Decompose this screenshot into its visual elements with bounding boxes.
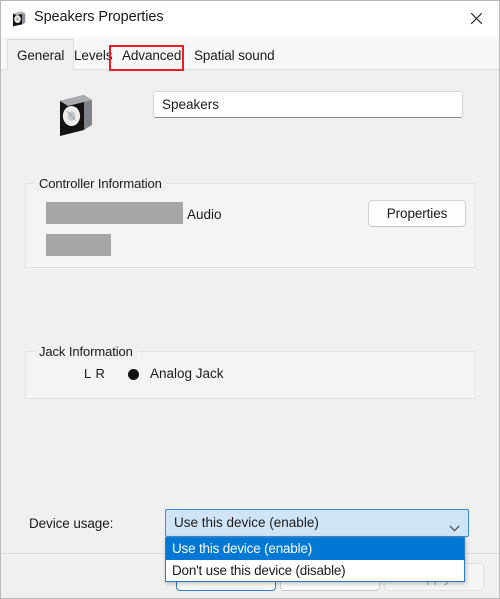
- speaker-icon: [10, 10, 28, 28]
- chevron-down-icon: [449, 519, 460, 532]
- general-tab-panel: Change Icon Controller Information Audio…: [1, 70, 499, 582]
- device-usage-option-disable[interactable]: Don't use this device (disable): [166, 560, 464, 582]
- tab-advanced[interactable]: Advanced: [113, 40, 190, 70]
- properties-dialog-window: Speakers Properties General Levels Advan…: [0, 0, 500, 599]
- speaker-icon: [54, 92, 98, 136]
- controller-information-legend: Controller Information: [35, 176, 166, 191]
- controller-information-group: Controller Information Audio Properties: [25, 176, 475, 268]
- jack-type-label: Analog Jack: [150, 366, 224, 381]
- jack-channels-label: L R: [84, 366, 106, 381]
- device-usage-dropdown-list[interactable]: Use this device (enable) Don't use this …: [165, 537, 465, 582]
- jack-information-group: Jack Information L R Analog Jack: [25, 344, 475, 399]
- close-button[interactable]: [453, 1, 499, 35]
- jack-information-legend: Jack Information: [35, 344, 137, 359]
- controller-audio-label: Audio: [187, 207, 222, 222]
- redacted-controller-driver: [46, 234, 111, 256]
- device-usage-label: Device usage:: [29, 516, 114, 531]
- device-usage-combobox[interactable]: Use this device (enable): [165, 509, 469, 537]
- window-title: Speakers Properties: [34, 9, 164, 25]
- device-name-input[interactable]: [153, 91, 463, 118]
- close-icon: [470, 12, 482, 24]
- device-usage-option-enable[interactable]: Use this device (enable): [166, 538, 464, 560]
- tab-general[interactable]: General: [7, 39, 75, 71]
- controller-properties-button[interactable]: Properties: [368, 200, 466, 227]
- redacted-controller-name: [46, 202, 183, 224]
- tab-strip: General Levels Advanced Spatial sound: [1, 37, 499, 71]
- device-usage-selected-value: Use this device (enable): [174, 515, 319, 530]
- title-bar: Speakers Properties: [1, 1, 499, 37]
- filled-circle-icon: [128, 369, 139, 380]
- tab-spatial-sound[interactable]: Spatial sound: [185, 40, 284, 70]
